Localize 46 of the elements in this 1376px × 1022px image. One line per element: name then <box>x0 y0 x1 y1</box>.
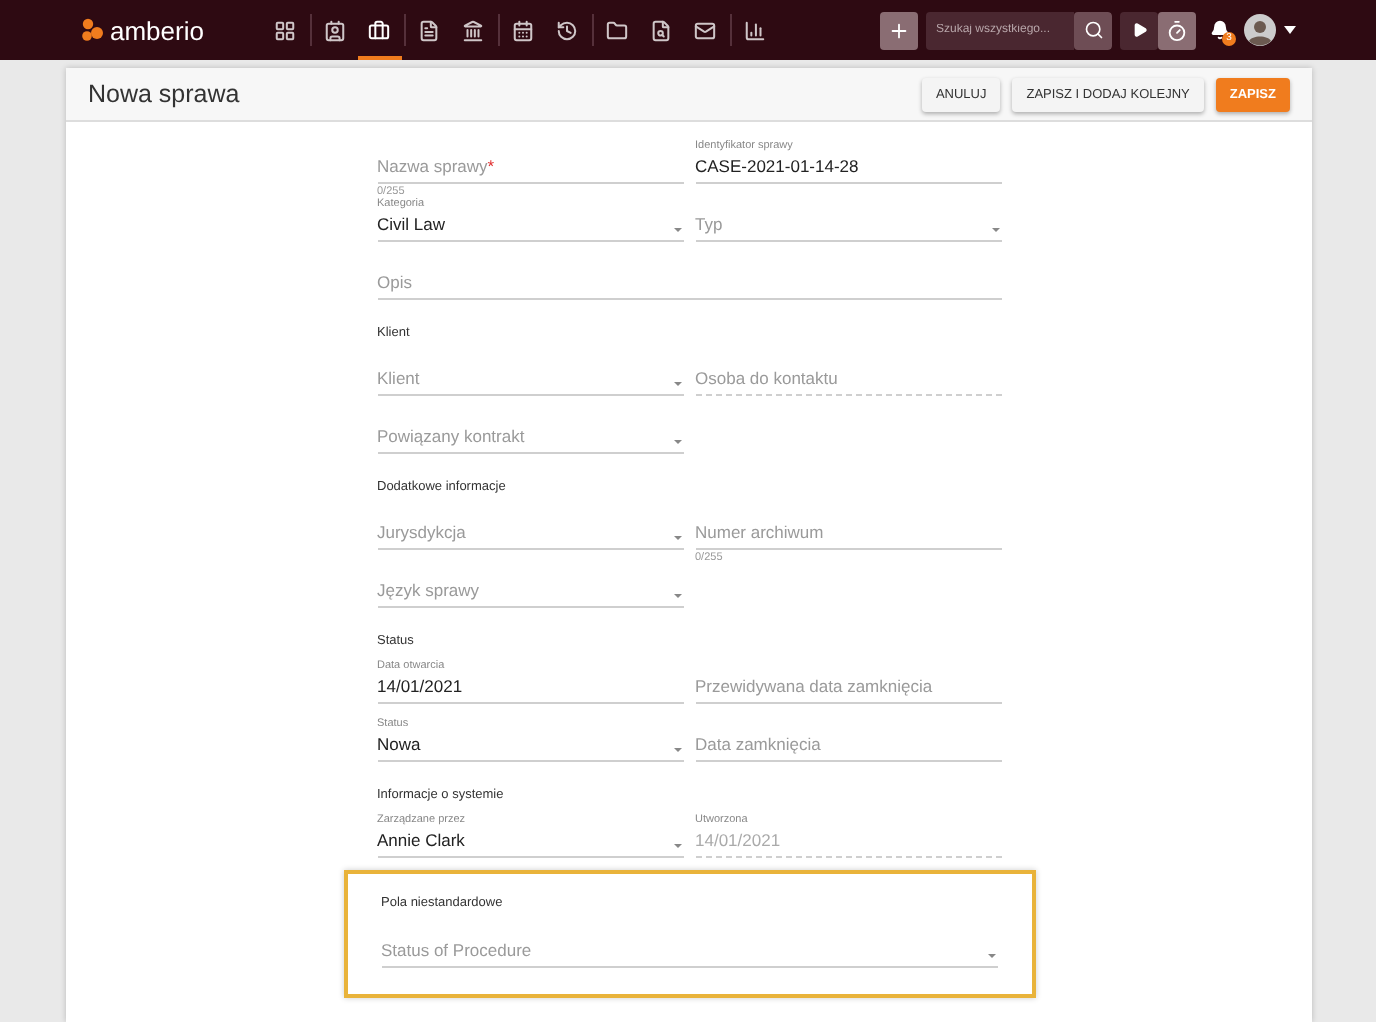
select-field[interactable]: Jurysdykcja <box>377 504 683 550</box>
timer-button[interactable] <box>1158 11 1196 49</box>
input-field[interactable]: Przewidywana data zamknięcia <box>695 658 1001 704</box>
caret-icon <box>985 952 997 960</box>
select-field[interactable]: Język sprawy <box>377 562 683 608</box>
avatar-icon[interactable] <box>1244 14 1276 46</box>
caret-icon <box>989 226 1001 234</box>
stopwatch-icon <box>1166 19 1188 41</box>
input-field[interactable]: Data zamknięcia <box>695 716 1001 762</box>
input-field[interactable]: Opis <box>377 254 1001 300</box>
bell-icon <box>1210 20 1230 40</box>
plus-icon <box>888 19 910 41</box>
select-field[interactable]: Powiązany kontrakt <box>377 408 683 454</box>
search-icon <box>1083 20 1103 40</box>
logo[interactable]: amberio <box>80 15 204 45</box>
chart-icon <box>744 19 767 41</box>
mail-icon <box>694 19 717 41</box>
page-title: Nowa sprawa <box>88 80 240 108</box>
caret-icon <box>671 226 683 234</box>
caret-icon <box>671 746 683 754</box>
caret-icon <box>671 534 683 542</box>
select-field[interactable]: Typ <box>695 196 1001 242</box>
caret-icon <box>671 842 683 850</box>
add-button[interactable] <box>880 11 918 49</box>
select-field[interactable]: Status of Procedure <box>381 922 997 968</box>
play-button[interactable] <box>1120 11 1158 49</box>
dashboard-icon <box>274 19 297 41</box>
contact-card-icon <box>324 19 347 41</box>
logo-icon <box>80 18 104 42</box>
search-button[interactable] <box>1074 11 1112 49</box>
play-icon <box>1131 22 1147 38</box>
logo-text: amberio <box>110 15 204 45</box>
input-field[interactable]: Numer archiwum <box>695 504 1001 550</box>
calendar-icon <box>512 19 535 41</box>
caret-icon[interactable] <box>1284 26 1296 34</box>
file-search-icon <box>650 19 673 41</box>
select-field[interactable]: Klient <box>377 350 683 396</box>
input-field[interactable]: Nazwa sprawy* <box>377 138 683 184</box>
briefcase-icon <box>368 19 391 41</box>
folder-icon <box>606 19 629 41</box>
caret-icon <box>671 592 683 600</box>
caret-icon <box>671 438 683 446</box>
history-icon <box>556 19 579 41</box>
bank-icon <box>462 19 485 41</box>
caret-icon <box>671 380 683 388</box>
document-icon <box>418 19 441 41</box>
